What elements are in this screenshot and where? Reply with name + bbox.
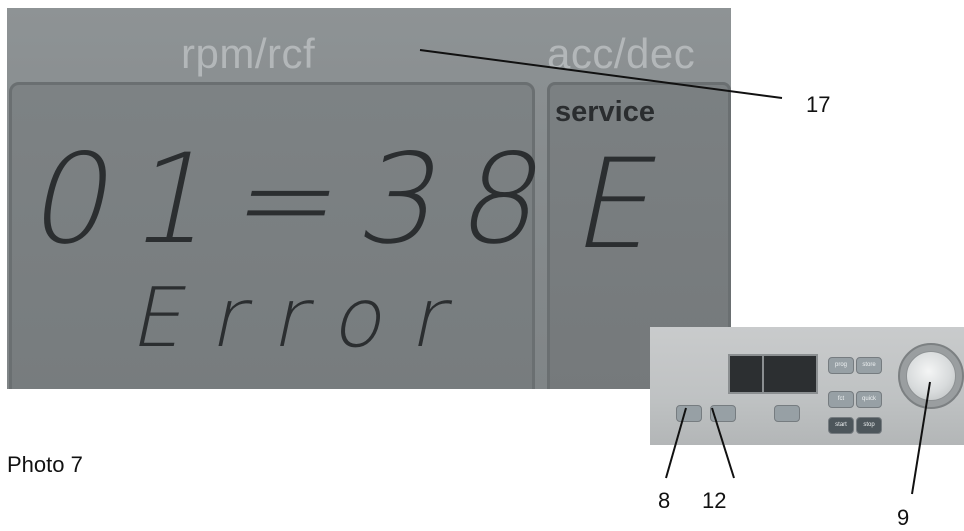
leader-line-17 (419, 49, 783, 99)
photo-caption: Photo 7 (7, 452, 83, 477)
leader-line-12 (711, 407, 735, 479)
leader-line-9 (911, 381, 931, 495)
callout-lines (419, 49, 931, 495)
callout-8: 8 (658, 488, 671, 513)
callout-12: 12 (702, 488, 727, 513)
leader-line-8 (665, 407, 687, 479)
callout-17: 17 (806, 92, 831, 117)
callout-9: 9 (897, 505, 910, 530)
